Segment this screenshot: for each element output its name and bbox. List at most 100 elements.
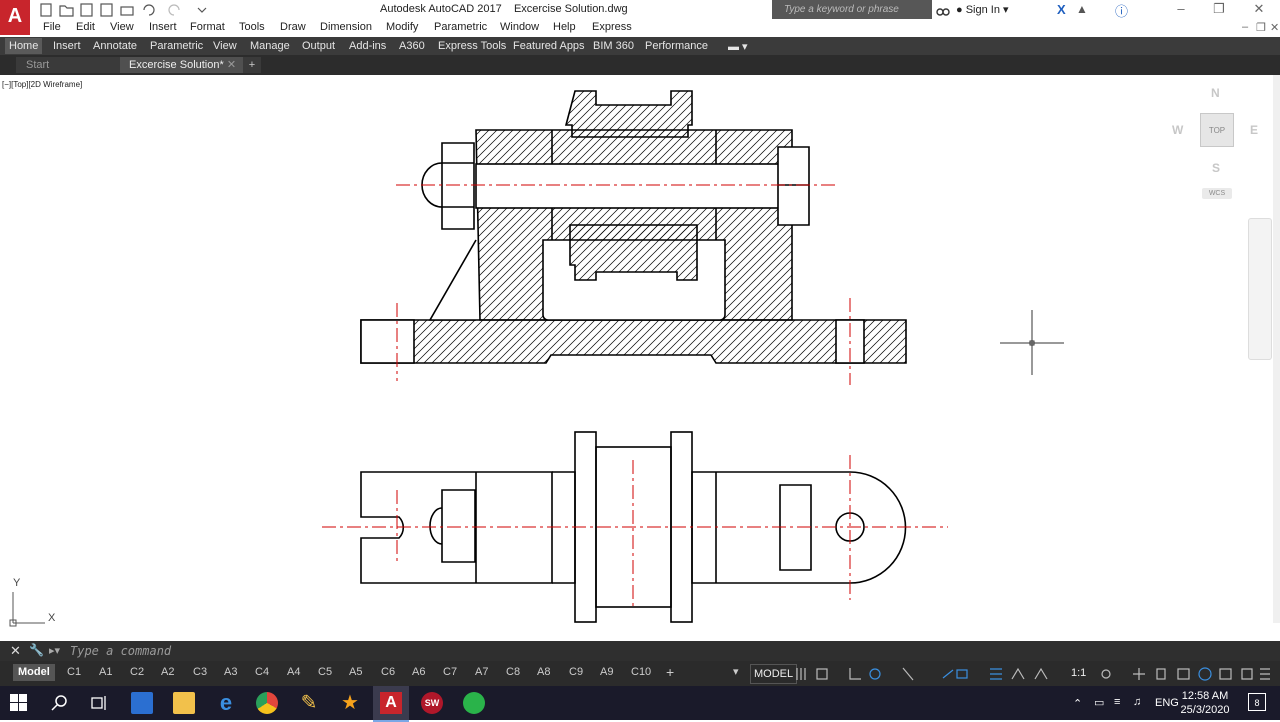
- tab-view[interactable]: View: [213, 40, 237, 52]
- lineweight-icon[interactable]: [942, 669, 954, 679]
- whatsapp-icon[interactable]: [463, 692, 485, 714]
- selection-cycling-icon[interactable]: [990, 668, 1002, 680]
- battery-icon[interactable]: ▭: [1094, 696, 1104, 709]
- layout-tab[interactable]: A1: [99, 664, 112, 681]
- compass-north[interactable]: N: [1211, 86, 1220, 100]
- clock[interactable]: 12:58 AM 25/3/2020: [1180, 689, 1230, 717]
- layout-tab[interactable]: C2: [130, 664, 144, 681]
- tab-a360[interactable]: A360: [399, 40, 425, 52]
- layout-tab[interactable]: A2: [161, 664, 174, 681]
- navigation-bar[interactable]: [1248, 218, 1272, 360]
- polar-icon[interactable]: [869, 668, 881, 680]
- close-icon[interactable]: ✕: [1244, 1, 1274, 17]
- tab-manage[interactable]: Manage: [250, 40, 290, 52]
- doc-tab-active[interactable]: Excercise Solution* ✕: [120, 57, 244, 73]
- tab-featured-apps[interactable]: Featured Apps: [513, 40, 585, 52]
- layout-tab[interactable]: C6: [381, 664, 395, 681]
- vertical-scrollbar[interactable]: [1273, 75, 1280, 623]
- save-as-icon[interactable]: [100, 3, 113, 17]
- doc-restore-icon[interactable]: ❐: [1256, 21, 1266, 34]
- menu-format[interactable]: Format: [190, 21, 225, 33]
- app-menu-button[interactable]: A: [0, 0, 30, 35]
- undo-icon[interactable]: [143, 4, 155, 16]
- status-menu-icon[interactable]: ▾: [733, 664, 739, 681]
- store-icon[interactable]: [131, 692, 153, 714]
- notifications-button[interactable]: 8: [1248, 693, 1266, 711]
- annotation-visibility-icon[interactable]: [1011, 667, 1025, 680]
- doc-tab-start[interactable]: Start: [16, 57, 126, 73]
- windows-start-icon[interactable]: [10, 694, 28, 712]
- sign-in-button[interactable]: ● Sign In ▾: [956, 3, 1009, 16]
- menu-insert[interactable]: Insert: [149, 21, 177, 33]
- close-command-icon[interactable]: ✕: [10, 643, 21, 659]
- layout-tab[interactable]: C5: [318, 664, 332, 681]
- wcs-menu[interactable]: WCS: [1202, 188, 1232, 199]
- quick-properties-icon[interactable]: [1177, 668, 1190, 680]
- menu-help[interactable]: Help: [553, 21, 576, 33]
- compass-west[interactable]: W: [1172, 123, 1183, 137]
- tab-add-ins[interactable]: Add-ins: [349, 40, 386, 52]
- tab-annotate[interactable]: Annotate: [93, 40, 137, 52]
- command-prompt-icon[interactable]: ▸▾: [49, 644, 60, 657]
- doc-minimize-icon[interactable]: –: [1242, 21, 1248, 33]
- language-indicator[interactable]: ENG: [1155, 697, 1179, 709]
- model-space-toggle[interactable]: MODEL: [750, 664, 798, 684]
- volume-icon[interactable]: ♫: [1133, 696, 1141, 708]
- autocad-taskbar-icon[interactable]: A: [380, 692, 402, 714]
- file-explorer-icon[interactable]: [173, 692, 195, 714]
- new-icon[interactable]: [40, 3, 52, 17]
- layout-tab[interactable]: A8: [537, 664, 550, 681]
- compass-south[interactable]: S: [1212, 161, 1220, 175]
- tab-bim-360[interactable]: BIM 360: [593, 40, 634, 52]
- customize-qat-icon[interactable]: [197, 7, 207, 13]
- add-layout-button[interactable]: +: [666, 664, 674, 681]
- edge-icon[interactable]: e: [215, 692, 237, 714]
- menu-express[interactable]: Express: [592, 21, 632, 33]
- open-icon[interactable]: [59, 5, 74, 17]
- tab-performance[interactable]: Performance: [645, 40, 708, 52]
- menu-dimension[interactable]: Dimension: [320, 21, 372, 33]
- tab-insert[interactable]: Insert: [53, 40, 81, 52]
- layout-tab[interactable]: A5: [349, 664, 362, 681]
- menu-tools[interactable]: Tools: [239, 21, 265, 33]
- tab-model[interactable]: Model: [13, 664, 55, 681]
- plot-icon[interactable]: [120, 6, 134, 16]
- minimize-icon[interactable]: –: [1166, 1, 1196, 16]
- menu-view[interactable]: View: [110, 21, 134, 33]
- layout-tab[interactable]: C3: [193, 664, 207, 681]
- units-icon[interactable]: [1156, 668, 1166, 680]
- menu-modify[interactable]: Modify: [386, 21, 418, 33]
- layout-tab[interactable]: C8: [506, 664, 520, 681]
- customize-status-icon[interactable]: [1260, 668, 1270, 680]
- menu-window[interactable]: Window: [500, 21, 539, 33]
- app-icon-star[interactable]: ★: [339, 692, 361, 714]
- menu-edit[interactable]: Edit: [76, 21, 95, 33]
- clean-screen-icon[interactable]: [1241, 668, 1253, 680]
- solidworks-icon[interactable]: SW: [421, 692, 443, 714]
- new-tab-button[interactable]: +: [243, 57, 261, 73]
- command-input[interactable]: Type a command: [70, 641, 171, 661]
- layout-tab[interactable]: C10: [631, 664, 651, 681]
- layout-tab[interactable]: C1: [67, 664, 81, 681]
- compass-east[interactable]: E: [1250, 123, 1258, 137]
- layout-tab[interactable]: A6: [412, 664, 425, 681]
- chrome-icon[interactable]: [256, 692, 278, 714]
- binoculars-icon[interactable]: [936, 3, 950, 17]
- annotation-scale[interactable]: 1:1: [1071, 667, 1086, 679]
- tray-chevron-icon[interactable]: ⌃: [1073, 697, 1082, 710]
- layout-tab[interactable]: C9: [569, 664, 583, 681]
- ortho-icon[interactable]: [849, 668, 861, 680]
- autoscale-icon[interactable]: [1034, 667, 1048, 680]
- tab-parametric[interactable]: Parametric: [150, 40, 203, 52]
- layout-tab[interactable]: A9: [600, 664, 613, 681]
- snap-icon[interactable]: [816, 668, 828, 680]
- workspace-gear-icon[interactable]: [1101, 669, 1111, 679]
- layout-tab[interactable]: A4: [287, 664, 300, 681]
- hardware-accel-icon[interactable]: [1219, 668, 1232, 680]
- redo-icon[interactable]: [168, 4, 180, 16]
- wrench-icon[interactable]: 🔧: [29, 643, 44, 657]
- tab-express-tools[interactable]: Express Tools: [438, 40, 506, 52]
- exchange-icon[interactable]: X: [1057, 2, 1066, 17]
- maximize-icon[interactable]: ❐: [1204, 1, 1234, 17]
- transparency-icon[interactable]: [956, 669, 968, 679]
